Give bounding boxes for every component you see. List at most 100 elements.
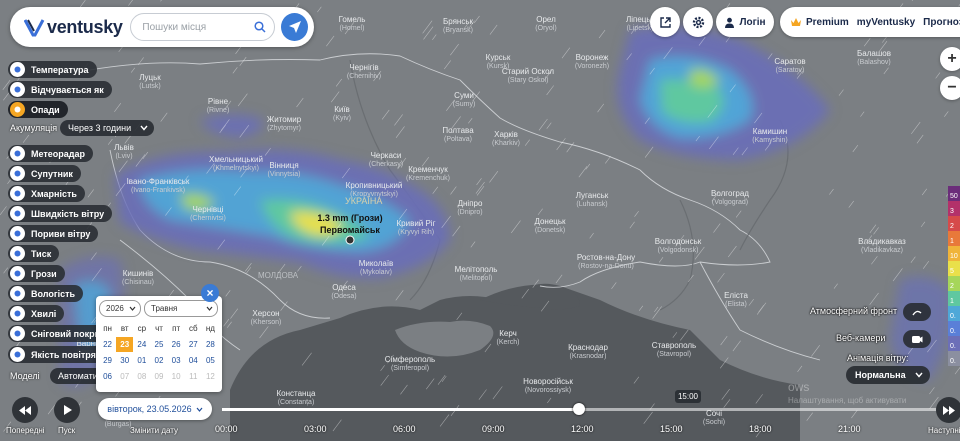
login-button[interactable]: Логін — [716, 7, 774, 37]
city-label[interactable]: Кривий Ріг(Kryvyi Rih) — [396, 219, 435, 236]
year-select[interactable]: 2026 — [99, 300, 141, 317]
city-label[interactable]: Донецьк(Donetsk) — [534, 217, 566, 234]
timeline-hour-label[interactable]: 12:00 — [571, 424, 594, 434]
layer-item-8[interactable]: Пориви вітру — [8, 225, 99, 242]
city-label[interactable]: Чернігів(Chernihiv) — [347, 63, 381, 80]
city-label[interactable]: Львів(Lviv) — [114, 143, 134, 160]
calendar-day[interactable]: 03 — [168, 353, 185, 368]
city-label[interactable]: Луганськ(Luhansk) — [576, 191, 609, 208]
city-label[interactable]: Луцьк(Lutsk) — [139, 73, 161, 90]
city-label[interactable]: Мелітополь(Melitopol) — [455, 265, 498, 282]
calendar-day[interactable]: 01 — [133, 353, 150, 368]
city-label[interactable]: Саратов(Saratov) — [774, 57, 805, 74]
layer-item-12[interactable]: Хвилі — [8, 305, 65, 322]
calendar-day-selected[interactable]: 23 — [116, 337, 134, 352]
layer-item-10[interactable]: Грози — [8, 265, 65, 282]
date-button[interactable]: вівторок, 23.05.2026 — [98, 398, 212, 420]
city-label[interactable]: Волгодонськ(Volgodonsk) — [655, 237, 702, 254]
settings-button[interactable] — [683, 7, 713, 37]
calendar-day[interactable]: 26 — [168, 337, 185, 352]
front-toggle[interactable] — [903, 303, 931, 321]
calendar-day[interactable]: 06 — [99, 369, 116, 384]
city-label[interactable]: Полтава(Poltava) — [442, 126, 474, 143]
city-label[interactable]: Волгоград(Volgograd) — [711, 189, 749, 206]
city-label[interactable]: Суми(Sumy) — [453, 91, 476, 108]
layer-item-14[interactable]: Якість повітря — [8, 346, 104, 363]
city-label[interactable]: Харків(Kharkiv) — [492, 130, 520, 147]
city-label[interactable]: Орел(Oryol) — [535, 15, 556, 32]
layer-item-6[interactable]: Хмарність — [8, 185, 85, 202]
search-input[interactable] — [142, 21, 255, 33]
city-label[interactable]: Сочі(Sochi) — [703, 409, 725, 426]
city-label[interactable]: Краснодар(Krasnodar) — [568, 343, 608, 360]
city-label[interactable]: Сімферополь(Simferopol) — [385, 355, 435, 372]
city-label[interactable]: Хмельницький(Khmelnytskyi) — [209, 155, 263, 172]
zoom-out-button[interactable]: − — [940, 76, 960, 100]
calendar-day[interactable]: 27 — [185, 337, 202, 352]
city-label[interactable]: Кременчук(Kremenchuk) — [406, 165, 450, 182]
wind-animation-select[interactable]: Нормальна — [846, 366, 930, 384]
city-label[interactable]: Вінниця(Vinnytsia) — [268, 161, 301, 178]
city-label[interactable]: Одеса(Odesa) — [331, 283, 356, 300]
city-label[interactable]: Камишин(Kamyshin) — [752, 127, 787, 144]
city-label[interactable]: Старий Оскол(Stary Oskol) — [502, 67, 554, 84]
city-label[interactable]: Ростов-на-Дону(Rostov-na-Donu) — [577, 253, 635, 270]
next-button[interactable] — [936, 397, 960, 423]
timeline-hour-label[interactable]: 00:00 — [215, 424, 238, 434]
layer-item-2[interactable]: Відчувається як — [8, 81, 112, 98]
layer-item-1[interactable]: Температура — [8, 61, 97, 78]
search-box[interactable] — [130, 13, 276, 41]
calendar-day[interactable]: 30 — [116, 353, 133, 368]
forecast-link[interactable]: Прогноз — [923, 17, 960, 28]
city-label[interactable]: Чернівці(Chernivtsi) — [190, 205, 226, 222]
city-label[interactable]: Новоросійськ(Novorossiysk) — [523, 377, 573, 394]
locate-button[interactable] — [281, 13, 308, 41]
timeline-hour-label[interactable]: 03:00 — [304, 424, 327, 434]
calendar-day[interactable]: 04 — [185, 353, 202, 368]
accumulation-select[interactable]: Через 3 години — [60, 120, 154, 136]
layer-item-11[interactable]: Вологість — [8, 285, 84, 302]
ventusky-logo[interactable]: ventusky — [24, 16, 130, 38]
layer-item-3[interactable]: Опади — [8, 101, 68, 118]
webcam-toggle[interactable] — [903, 330, 931, 348]
calendar-day[interactable]: 25 — [150, 337, 167, 352]
city-label[interactable]: Миколаїв(Mykolaiv) — [359, 259, 394, 276]
timeline-hour-label[interactable]: 09:00 — [482, 424, 505, 434]
city-label[interactable]: Кишинів(Chisinau) — [122, 269, 154, 286]
city-label[interactable]: Еліста(Elista) — [724, 291, 748, 308]
city-label[interactable]: Констанца(Constanța) — [277, 389, 317, 406]
city-label[interactable]: Владикавказ(Vladikavkaz) — [858, 237, 906, 254]
city-label[interactable]: Київ(Kyiv) — [333, 105, 351, 122]
calendar-day[interactable]: 05 — [202, 353, 219, 368]
previous-button[interactable] — [12, 397, 38, 423]
premium-link[interactable]: Premium — [806, 17, 849, 28]
city-label[interactable]: Ставрополь(Stavropol) — [652, 341, 696, 358]
city-label[interactable]: Черкаси(Cherkasy) — [369, 151, 403, 168]
timeline-thumb[interactable] — [573, 403, 585, 415]
close-calendar-button[interactable]: × — [201, 284, 219, 302]
city-label[interactable]: Рівне(Rivne) — [207, 97, 230, 114]
city-label[interactable]: Гомель(Homel) — [339, 15, 366, 32]
city-label[interactable]: Херсон(Kherson) — [251, 309, 282, 326]
calendar-day[interactable]: 24 — [133, 337, 150, 352]
city-label[interactable]: Балашов(Balashov) — [857, 49, 891, 66]
calendar-day[interactable]: 02 — [150, 353, 167, 368]
layer-item-5[interactable]: Супутник — [8, 165, 81, 182]
calendar-day[interactable]: 28 — [202, 337, 219, 352]
change-date-label[interactable]: Змінити дату — [130, 426, 178, 435]
city-label[interactable]: Житомир(Zhytomyr) — [267, 115, 302, 132]
city-label[interactable]: Воронеж(Voronezh) — [575, 53, 609, 70]
city-label[interactable]: Івано-Франківськ(Ivano-Frankivsk) — [127, 177, 190, 194]
calendar-day[interactable]: 22 — [99, 337, 116, 352]
layer-item-4[interactable]: Метеорадар — [8, 145, 94, 162]
layer-item-7[interactable]: Швидкість вітру — [8, 205, 113, 222]
timeline-hour-label[interactable]: 18:00 — [749, 424, 772, 434]
timeline-hour-label[interactable]: 21:00 — [838, 424, 861, 434]
zoom-in-button[interactable]: + — [940, 47, 960, 71]
city-label[interactable]: Керч(Kerch) — [497, 329, 520, 346]
layer-item-9[interactable]: Тиск — [8, 245, 60, 262]
city-label[interactable]: Брянськ(Bryansk) — [443, 17, 474, 34]
timeline-hour-label[interactable]: 15:00 — [660, 424, 683, 434]
share-button[interactable] — [650, 7, 680, 37]
timeline-hour-label[interactable]: 06:00 — [393, 424, 416, 434]
